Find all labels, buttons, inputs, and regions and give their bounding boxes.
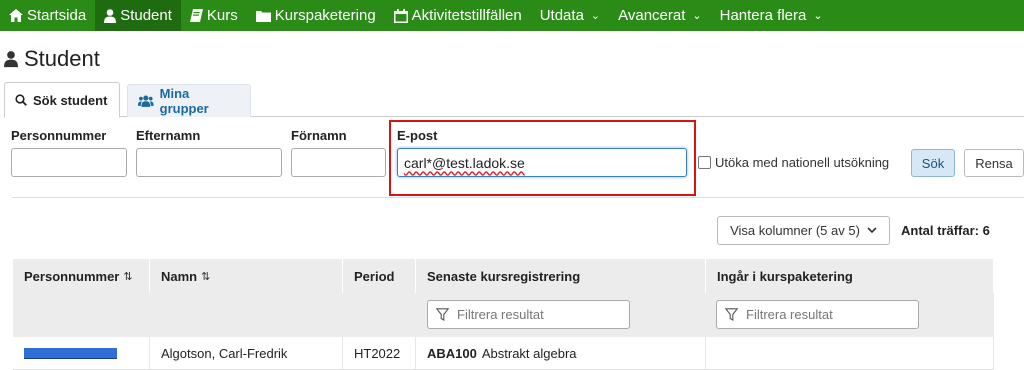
clear-button[interactable]: Rensa [964,149,1024,177]
cell-period: HT2022 [343,337,416,369]
column-header-namn[interactable]: Namn ⇅ [150,259,343,293]
table-header-row: Personnummer ⇅ Namn ⇅ Period Senaste kur… [13,259,994,293]
epost-input[interactable]: carl*@test.ladok.se [397,148,687,177]
column-header-label: Personnummer [24,268,120,284]
column-header-label: Namn [161,268,198,284]
nav-kurs-label: Kurs [206,7,238,24]
calendar-icon [393,8,408,23]
tab-mina-grupper[interactable]: Mina grupper [127,84,251,117]
nav-aktivitetstillfallen[interactable]: Aktivitetstillfällen [385,0,531,31]
chevron-down-icon: ⌄ [692,10,702,22]
chevron-down-icon: ⌄ [813,10,823,22]
nav-utdata-label: Utdata [539,7,584,24]
tab-sok-student-label: Sök student [33,92,108,108]
cell-namn: Algotson, Carl-Fredrik [150,337,343,369]
book-icon [189,9,203,22]
nav-aktivitetstillfallen-label: Aktivitetstillfällen [411,7,522,24]
nav-hantera-flera-label: Hantera flera [719,7,807,24]
filter-input-kurspaketering[interactable]: Filtrera resultat [716,300,919,329]
filter-input-kursregistrering[interactable]: Filtrera resultat [427,300,630,329]
personnummer-link-redacted[interactable] [24,347,117,359]
column-header-label: Period [354,268,395,284]
show-columns-button[interactable]: Visa kolumner (5 av 5) [717,216,890,245]
column-header-label: Senaste kursregistrering [427,268,581,284]
folder-icon [255,10,271,22]
home-icon [9,9,23,22]
national-search-checkbox[interactable] [698,156,711,169]
national-search-label: Utöka med nationell utsökning [715,155,890,170]
sort-icon: ⇅ [201,270,211,283]
table-filter-row: Filtrera resultat Filtrera resultat [13,293,994,337]
nav-utdata[interactable]: Utdata ⌄ [531,0,609,31]
page-title-text: Student [24,46,100,71]
column-header-personnummer[interactable]: Personnummer ⇅ [13,259,150,293]
user-icon [4,51,18,68]
fornamn-label: Förnamn [291,128,347,143]
nav-avancerat[interactable]: Avancerat ⌄ [609,0,710,31]
chevron-down-icon [867,227,877,234]
nav-hantera-flera[interactable]: Hantera flera ⌄ [711,0,832,31]
users-icon [138,95,154,107]
column-header-senaste-kursregistrering[interactable]: Senaste kursregistrering [416,259,706,293]
efternamn-label: Efternamn [136,128,201,143]
search-icon [15,94,27,106]
column-header-period[interactable]: Period [343,259,416,293]
top-navbar: Startsida Student Kurs Kurspaketering Ak… [0,0,1024,31]
nav-kurspaketering[interactable]: Kurspaketering [247,0,385,31]
divider [12,197,1024,198]
nav-startsida-label: Startsida [27,7,87,24]
tab-bar: Sök student Mina grupper [4,82,1024,118]
nav-student-label: Student [120,7,172,24]
course-name: Abstrakt algebra [481,345,577,361]
tab-sok-student[interactable]: Sök student [4,82,120,118]
table-row: Algotson, Carl-Fredrik HT2022 ABA100 Abs… [13,337,994,370]
nav-kurs[interactable]: Kurs [181,0,247,31]
nav-startsida[interactable]: Startsida [0,0,95,31]
search-button[interactable]: Sök [911,149,955,177]
course-code: ABA100 [427,345,477,361]
hits-count: Antal träffar: 6 [901,223,990,238]
filter-icon [725,308,738,321]
cell-kursregistrering: ABA100 Abstrakt algebra [416,337,706,369]
personnummer-label: Personnummer [11,128,107,143]
show-columns-label: Visa kolumner (5 av 5) [730,223,860,238]
fornamn-input[interactable] [291,148,386,177]
chevron-down-icon: ⌄ [590,10,601,22]
nav-avancerat-label: Avancerat [618,7,686,24]
epost-input-value: carl*@test.ladok.se [404,154,525,171]
cell-kurspaketering [706,337,994,369]
cell-personnummer [13,337,150,369]
filter-placeholder: Filtrera resultat [746,307,833,322]
filter-placeholder: Filtrera resultat [457,307,544,322]
column-header-label: Ingår i kurspaketering [717,268,853,284]
efternamn-input[interactable] [136,148,282,177]
column-header-ingar-i-kurspaketering[interactable]: Ingår i kurspaketering [706,259,994,293]
filter-icon [436,308,449,321]
page-title: Student [4,46,100,72]
sort-icon: ⇅ [123,270,133,283]
nav-student[interactable]: Student [95,0,181,31]
user-icon [104,8,117,23]
nav-kurspaketering-label: Kurspaketering [274,7,376,24]
epost-label: E-post [397,128,438,143]
tab-mina-grupper-label: Mina grupper [159,86,209,116]
personnummer-input[interactable] [11,148,127,177]
